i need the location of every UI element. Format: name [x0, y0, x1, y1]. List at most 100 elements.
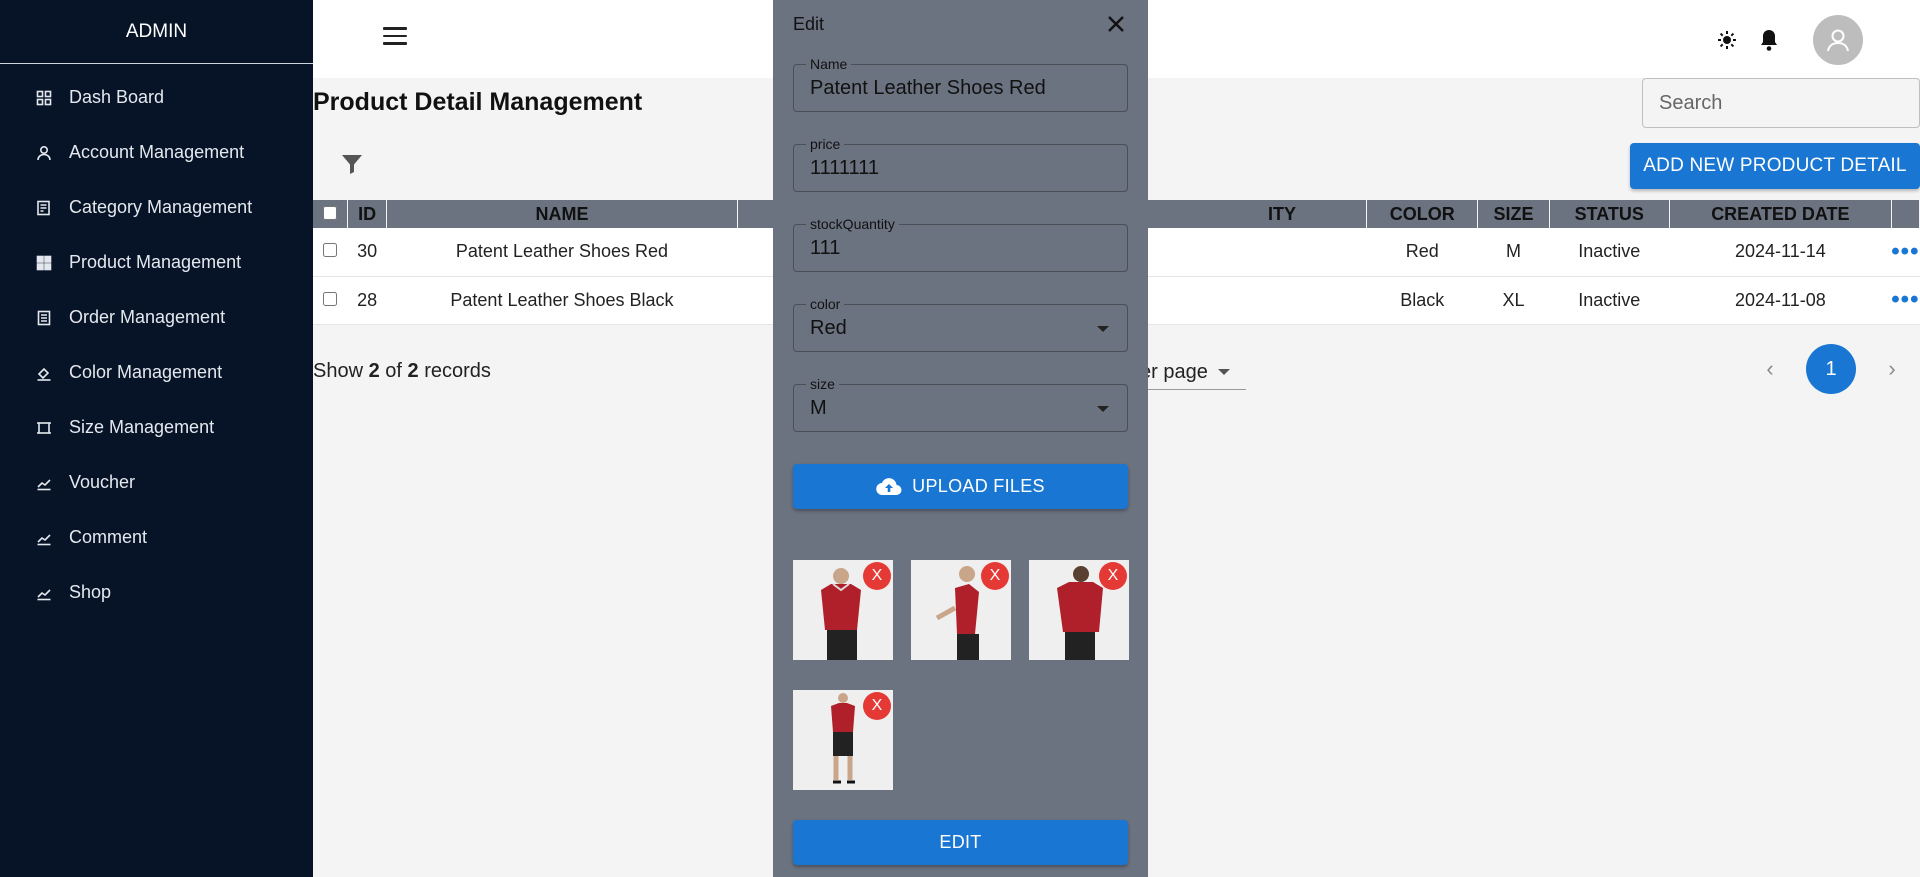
row-status: Inactive [1578, 289, 1641, 310]
row-id: 28 [357, 289, 378, 310]
size-select-label: size [806, 376, 839, 392]
color-select-label: color [806, 296, 845, 312]
column-header-status[interactable]: STATUS [1549, 200, 1670, 228]
chevron-left-icon[interactable]: ‹ [1760, 356, 1780, 382]
sidebar-item-product[interactable]: Product Management [0, 235, 313, 290]
sidebar-item-voucher[interactable]: Voucher [0, 455, 313, 510]
sidebar-item-shop[interactable]: Shop [0, 565, 313, 620]
records-show-label: Show [313, 360, 364, 382]
chart-line-icon [36, 475, 52, 491]
chart-line-icon [36, 530, 52, 546]
page-number-button[interactable]: 1 [1806, 344, 1856, 394]
more-options-icon[interactable]: ••• [1891, 238, 1919, 265]
chart-line-icon [36, 585, 52, 601]
sun-icon[interactable] [1715, 28, 1739, 52]
column-header-actions [1891, 200, 1920, 228]
sidebar-item-label: Comment [69, 527, 148, 547]
remove-image-button[interactable]: X [1099, 562, 1127, 590]
sidebar-item-category[interactable]: Category Management [0, 180, 313, 235]
price-field-label: price [806, 136, 845, 152]
remove-image-button[interactable]: X [981, 562, 1009, 590]
sidebar-item-label: Category Management [69, 197, 253, 217]
sidebar-item-dashboard[interactable]: Dash Board [0, 70, 313, 125]
color-select[interactable]: color Red [793, 296, 1128, 352]
sidebar-item-label: Shop [69, 582, 112, 602]
upload-files-button[interactable]: UPLOAD FILES [793, 464, 1128, 509]
sidebar-item-label: Order Management [69, 307, 226, 327]
topbar-actions [1715, 15, 1863, 65]
records-total-count: 2 [407, 360, 419, 382]
product-image-thumbnail: X [793, 560, 893, 660]
avatar[interactable] [1813, 15, 1863, 65]
remove-image-button[interactable]: X [863, 562, 891, 590]
records-summary: Show 2 of 2 records [313, 360, 491, 383]
close-icon[interactable] [1104, 12, 1128, 36]
product-image-thumbnail: X [1029, 560, 1129, 660]
select-all-cell [313, 200, 348, 228]
rows-per-page-select[interactable]: er page [1140, 355, 1246, 390]
sidebar-item-account[interactable]: Account Management [0, 125, 313, 180]
column-header-size[interactable]: SIZE [1477, 200, 1550, 228]
more-options-icon[interactable]: ••• [1891, 286, 1919, 313]
search-input[interactable] [1642, 78, 1920, 128]
filter-icon[interactable] [340, 152, 364, 176]
column-header-name[interactable]: NAME [386, 200, 738, 228]
row-actions-cell: ••• [1891, 228, 1919, 276]
price-field[interactable]: price 1111111 [793, 136, 1128, 192]
menu-icon[interactable] [383, 27, 407, 47]
column-header-color[interactable]: COLOR [1366, 200, 1479, 228]
column-header-created-date[interactable]: CREATED DATE [1669, 200, 1892, 228]
records-shown-count: 2 [368, 360, 380, 382]
row-size: XL [1502, 289, 1525, 310]
name-field[interactable]: Name Patent Leather Shoes Red [793, 56, 1128, 112]
edit-submit-button[interactable]: EDIT [793, 820, 1128, 865]
size-icon [36, 420, 52, 436]
sidebar-nav: Dash Board Account Management Category M… [0, 64, 313, 620]
sidebar-item-label: Product Management [69, 252, 242, 272]
row-name: Patent Leather Shoes Black [450, 289, 674, 310]
product-icon [36, 255, 52, 271]
sidebar-item-label: Voucher [69, 472, 136, 492]
row-select-cell [313, 276, 347, 324]
stock-quantity-field-label: stockQuantity [806, 216, 899, 232]
edit-drawer: Edit Name Patent Leather Shoes Red price… [773, 0, 1148, 877]
size-select-value: M [810, 397, 827, 419]
name-field-value: Patent Leather Shoes Red [810, 77, 1046, 99]
sidebar-item-order[interactable]: Order Management [0, 290, 313, 345]
category-icon [36, 200, 52, 216]
sidebar-item-size[interactable]: Size Management [0, 400, 313, 455]
cloud-upload-icon [876, 477, 902, 495]
size-select[interactable]: size M [793, 376, 1128, 432]
name-field-label: Name [806, 56, 852, 72]
row-checkbox[interactable] [323, 291, 338, 306]
sidebar-item-label: Account Management [69, 142, 245, 162]
product-image-thumbnail: X [793, 690, 893, 790]
records-of-label: of [385, 360, 402, 382]
color-fill-icon [36, 365, 52, 381]
stock-quantity-field[interactable]: stockQuantity 111 [793, 216, 1128, 272]
sidebar-item-color[interactable]: Color Management [0, 345, 313, 400]
select-all-checkbox[interactable] [322, 205, 337, 220]
sidebar: ADMIN Dash Board Account Management Cate… [0, 0, 313, 877]
stock-quantity-field-value: 111 [810, 237, 841, 259]
drawer-title: Edit [793, 14, 825, 34]
upload-files-label: UPLOAD FILES [912, 476, 1045, 496]
chevron-down-icon [1217, 369, 1230, 375]
chevron-down-icon [1097, 326, 1109, 332]
chevron-down-icon [1097, 406, 1109, 412]
sidebar-item-label: Size Management [69, 417, 215, 437]
row-created-date: 2024-11-14 [1734, 241, 1826, 262]
remove-image-button[interactable]: X [863, 692, 891, 720]
records-label: records [424, 360, 491, 382]
add-product-detail-button[interactable]: ADD NEW PRODUCT DETAIL [1630, 143, 1920, 189]
row-actions-cell: ••• [1891, 276, 1919, 324]
sidebar-item-comment[interactable]: Comment [0, 510, 313, 565]
chevron-right-icon[interactable]: › [1882, 356, 1902, 382]
color-select-value: Red [810, 317, 847, 339]
column-header-id[interactable]: ID [347, 200, 388, 228]
pagination: ‹ 1 › [1760, 344, 1902, 394]
page-title: Product Detail Management [313, 88, 643, 116]
row-size: M [1506, 241, 1521, 262]
bell-icon[interactable] [1757, 28, 1781, 52]
row-checkbox[interactable] [323, 243, 338, 258]
